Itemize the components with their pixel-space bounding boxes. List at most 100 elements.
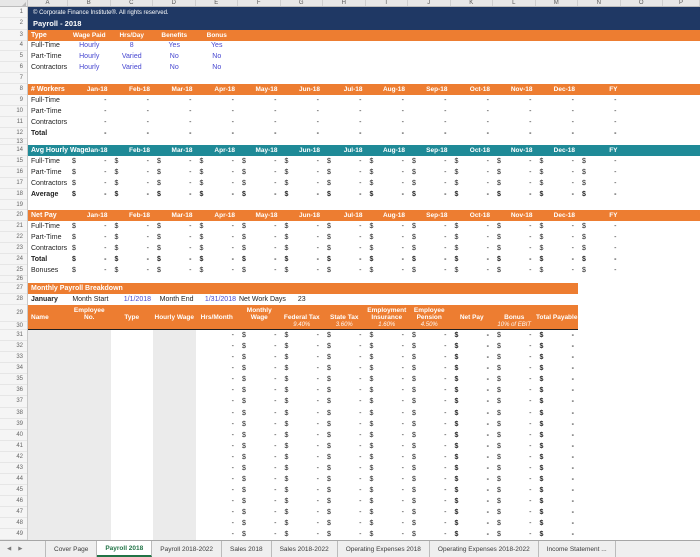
value-cell[interactable]: - — [111, 95, 154, 106]
value-cell[interactable]: $- — [281, 156, 324, 167]
value-cell[interactable]: - — [323, 128, 366, 139]
breakdown-cell[interactable]: $- — [323, 385, 366, 396]
value-cell[interactable]: $- — [323, 189, 366, 200]
breakdown-cell[interactable] — [28, 330, 68, 341]
breakdown-cell[interactable] — [28, 529, 68, 540]
type-row-label[interactable]: Part-Time — [28, 51, 68, 62]
row-header-43[interactable]: 43 — [0, 463, 27, 474]
value-cell[interactable]: $- — [578, 265, 621, 276]
value-cell[interactable]: $- — [153, 254, 196, 265]
value-cell[interactable]: $- — [366, 178, 409, 189]
value-cell[interactable]: $- — [408, 221, 451, 232]
row-header-30[interactable]: 30 — [0, 322, 27, 331]
breakdown-cell[interactable] — [153, 374, 196, 385]
breakdown-cell[interactable]: $- — [493, 330, 536, 341]
breakdown-cell[interactable] — [111, 408, 154, 419]
row-header-21[interactable]: 21 — [0, 221, 27, 232]
breakdown-cell[interactable] — [153, 408, 196, 419]
breakdown-header-cell[interactable]: Hourly Wage — [153, 305, 196, 330]
breakdown-cell[interactable]: - — [196, 396, 239, 407]
breakdown-cell[interactable]: $- — [451, 408, 494, 419]
breakdown-cell[interactable]: $- — [323, 441, 366, 452]
breakdown-cell[interactable]: $- — [451, 363, 494, 374]
value-cell[interactable]: $- — [578, 221, 621, 232]
value-cell[interactable]: $- — [493, 232, 536, 243]
breakdown-cell[interactable] — [111, 385, 154, 396]
month-header-cell[interactable]: Jul-18 — [323, 145, 366, 156]
breakdown-cell[interactable]: $- — [366, 385, 409, 396]
row-header-2[interactable]: 2 — [0, 18, 27, 30]
breakdown-cell[interactable] — [111, 374, 154, 385]
value-cell[interactable]: $- — [451, 178, 494, 189]
breakdown-cell[interactable]: - — [196, 363, 239, 374]
value-cell[interactable]: $- — [451, 167, 494, 178]
row-header-11[interactable]: 11 — [0, 117, 27, 128]
month-header-cell[interactable]: Nov-18 — [493, 84, 536, 95]
breakdown-cell[interactable] — [28, 363, 68, 374]
breakdown-cell[interactable]: $- — [281, 452, 324, 463]
value-cell[interactable]: - — [366, 95, 409, 106]
breakdown-cell[interactable]: $- — [366, 408, 409, 419]
breakdown-cell[interactable]: $- — [323, 341, 366, 352]
month-header-cell[interactable]: Dec-18 — [536, 210, 579, 221]
column-header-O[interactable]: O — [621, 0, 664, 6]
month-header-cell[interactable]: Jun-18 — [281, 145, 324, 156]
value-cell[interactable]: $- — [536, 178, 579, 189]
breakdown-cell[interactable]: $- — [366, 430, 409, 441]
type-row-label[interactable]: Full-Time — [28, 41, 68, 52]
breakdown-cell[interactable] — [28, 352, 68, 363]
value-cell[interactable]: $- — [408, 265, 451, 276]
value-cell[interactable]: $- — [408, 167, 451, 178]
value-cell[interactable]: $- — [323, 178, 366, 189]
breakdown-cell[interactable]: $- — [451, 352, 494, 363]
breakdown-cell[interactable]: $- — [451, 507, 494, 518]
month-header-cell[interactable]: Dec-18 — [536, 145, 579, 156]
breakdown-cell[interactable]: $- — [408, 352, 451, 363]
breakdown-cell[interactable]: $- — [493, 396, 536, 407]
breakdown-cell[interactable]: - — [196, 474, 239, 485]
value-cell[interactable]: $- — [536, 265, 579, 276]
value-cell[interactable]: $- — [536, 221, 579, 232]
breakdown-cell[interactable]: $- — [238, 396, 281, 407]
month-header-cell[interactable]: Jan-18 — [68, 84, 111, 95]
value-cell[interactable]: - — [578, 128, 621, 139]
breakdown-cell[interactable]: $- — [536, 518, 579, 529]
row-label[interactable]: Contractors — [28, 178, 68, 189]
breakdown-header-cell[interactable]: Employee No. — [68, 305, 111, 330]
breakdown-cell[interactable]: $- — [281, 374, 324, 385]
type-header-cell[interactable]: Benefits — [153, 30, 196, 41]
breakdown-cell[interactable]: $- — [366, 419, 409, 430]
row-header-31[interactable]: 31 — [0, 330, 27, 341]
row-header-44[interactable]: 44 — [0, 474, 27, 485]
value-cell[interactable]: - — [578, 117, 621, 128]
value-cell[interactable]: $- — [281, 254, 324, 265]
breakdown-header-cell[interactable]: Bonus10% of EBIT — [493, 305, 536, 330]
breakdown-cell[interactable]: - — [196, 485, 239, 496]
breakdown-cell[interactable]: $- — [536, 474, 579, 485]
breakdown-cell[interactable] — [68, 507, 111, 518]
breakdown-cell[interactable]: - — [196, 463, 239, 474]
month-end-value[interactable]: 1/31/2018 — [196, 294, 239, 305]
breakdown-cell[interactable] — [68, 363, 111, 374]
breakdown-header-cell[interactable]: Net Pay — [451, 305, 494, 330]
breakdown-cell[interactable]: $- — [408, 374, 451, 385]
breakdown-cell[interactable]: $- — [493, 385, 536, 396]
month-header-cell[interactable]: Jun-18 — [281, 84, 324, 95]
value-cell[interactable]: $- — [238, 254, 281, 265]
breakdown-cell[interactable]: $- — [366, 441, 409, 452]
month-header-cell[interactable]: Apr-18 — [196, 84, 239, 95]
value-cell[interactable]: $- — [153, 265, 196, 276]
breakdown-cell[interactable]: $- — [281, 385, 324, 396]
row-header-20[interactable]: 20 — [0, 210, 27, 221]
breakdown-cell[interactable]: $- — [451, 330, 494, 341]
breakdown-cell[interactable]: $- — [281, 341, 324, 352]
breakdown-cell[interactable]: $- — [493, 374, 536, 385]
value-cell[interactable]: $- — [196, 189, 239, 200]
breakdown-cell[interactable] — [111, 396, 154, 407]
month-header-cell[interactable]: Sep-18 — [408, 145, 451, 156]
row-header-4[interactable]: 4 — [0, 41, 27, 52]
breakdown-cell[interactable]: $- — [323, 518, 366, 529]
value-cell[interactable]: $- — [578, 232, 621, 243]
value-cell[interactable]: $- — [68, 156, 111, 167]
breakdown-cell[interactable]: $- — [323, 374, 366, 385]
